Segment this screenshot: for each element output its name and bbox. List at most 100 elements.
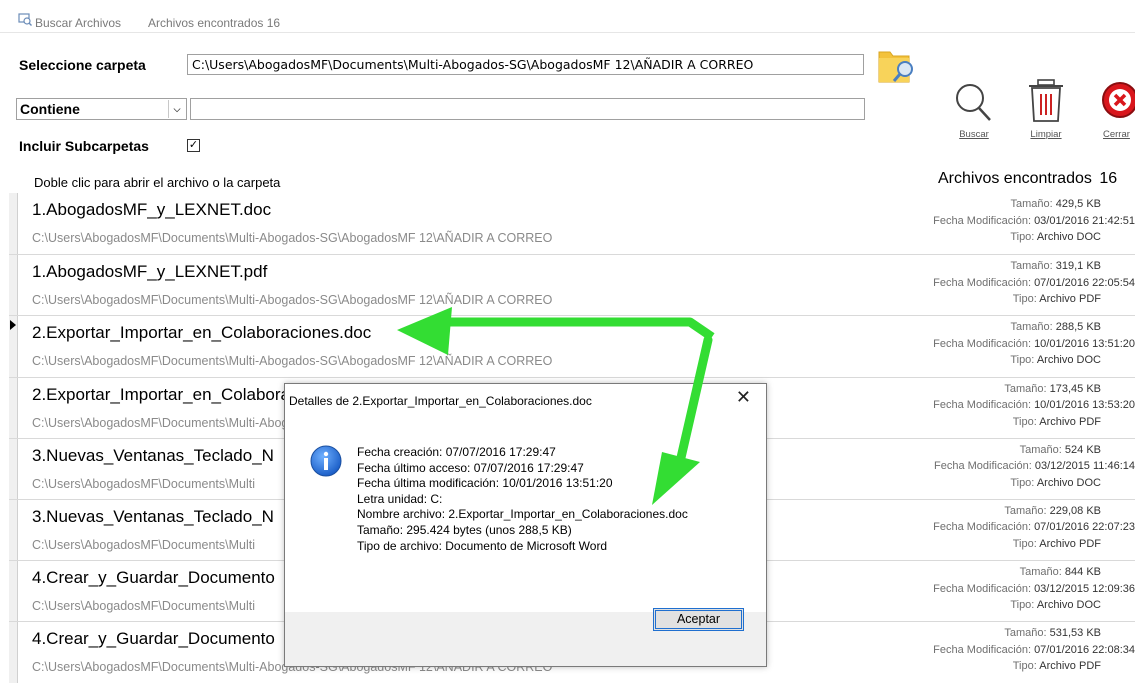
dialog-detail-line: Fecha último acceso: 07/07/2016 17:29:47	[357, 460, 584, 475]
result-type: Archivo DOC	[1036, 354, 1101, 367]
clear-button[interactable]: Limpiar	[1020, 78, 1072, 140]
result-type: Archivo DOC	[1036, 476, 1101, 489]
result-row[interactable]: 1.AbogadosMF_y_LEXNET.doc C:\Users\Abogad…	[9, 193, 1135, 255]
result-modified: 03/12/2015 11:46:14	[1034, 460, 1135, 473]
dialog-detail-line: Nombre archivo: 2.Exportar_Importar_en_C…	[357, 507, 688, 522]
type-label: Tipo:	[1012, 293, 1037, 306]
result-size: 531,53 KB	[1049, 627, 1101, 640]
result-meta: Tamaño: 844 KB Fecha Modificación: 03/12/…	[895, 564, 1135, 614]
type-label: Tipo:	[1010, 354, 1035, 367]
type-label: Tipo:	[1012, 537, 1037, 550]
result-size: 524 KB	[1064, 443, 1101, 456]
result-file-path[interactable]: C:\Users\AbogadosMF\Documents\Multi	[32, 477, 255, 491]
result-row[interactable]: 2.Exportar_Importar_en_Colaboraciones.do…	[9, 315, 1135, 377]
accept-button[interactable]: Aceptar	[653, 608, 744, 631]
result-size: 319,1 KB	[1055, 260, 1101, 273]
match-mode-value: Contiene	[20, 101, 80, 117]
modified-label: Fecha Modificación:	[933, 521, 1031, 534]
type-label: Tipo:	[1012, 415, 1037, 428]
modified-label: Fecha Modificación:	[933, 214, 1031, 227]
modified-label: Fecha Modificación:	[933, 643, 1031, 656]
result-file-name[interactable]: 1.AbogadosMF_y_LEXNET.pdf	[32, 262, 267, 282]
result-meta: Tamaño: 319,1 KB Fecha Modificación: 07/0…	[895, 258, 1135, 308]
results-count: Archivos encontrados 16	[938, 170, 1117, 188]
clear-button-label: Limpiar	[1030, 129, 1062, 140]
row-header[interactable]	[9, 499, 18, 561]
dialog-detail-line: Fecha creación: 07/07/2016 17:29:47	[357, 445, 556, 459]
result-modified: 03/12/2015 12:09:36	[1034, 582, 1135, 595]
size-label: Tamaño:	[1010, 321, 1053, 334]
match-mode-select[interactable]: Contiene ⌵	[16, 98, 187, 120]
result-file-path[interactable]: C:\Users\AbogadosMF\Documents\Multi-Abog…	[32, 231, 552, 245]
row-header[interactable]	[9, 561, 18, 622]
result-size: 844 KB	[1064, 566, 1101, 579]
search-query-input[interactable]	[190, 98, 865, 120]
result-size: 229,08 KB	[1049, 504, 1101, 517]
dialog-close-button[interactable]: ✕	[736, 387, 751, 408]
chevron-down-icon[interactable]: ⌵	[168, 100, 185, 118]
info-icon	[310, 445, 342, 477]
results-count-value: 16	[1099, 170, 1118, 187]
current-row-pointer-icon	[10, 320, 16, 331]
close-button[interactable]: Cerrar	[1096, 80, 1135, 140]
result-file-name[interactable]: 3.Nuevas_Ventanas_Teclado_N	[32, 446, 274, 466]
result-file-name[interactable]: 4.Crear_y_Guardar_Documento	[32, 568, 275, 588]
modified-label: Fecha Modificación:	[933, 582, 1031, 595]
modified-label: Fecha Modificación:	[933, 276, 1031, 289]
result-type: Archivo PDF	[1039, 537, 1101, 550]
folder-path-input[interactable]: C:\Users\AbogadosMF\Documents\Multi-Abog…	[187, 54, 864, 75]
search-folder-icon	[18, 13, 32, 26]
modified-label: Fecha Modificación:	[933, 337, 1031, 350]
row-header[interactable]	[9, 622, 18, 683]
results-hint: Doble clic para abrir el archivo o la ca…	[34, 175, 281, 190]
result-meta: Tamaño: 524 KB Fecha Modificación: 03/12/…	[895, 442, 1135, 492]
dialog-detail-line: Letra unidad: C:	[357, 491, 443, 506]
dialog-detail-line: Tipo de archivo: Documento de Microsoft …	[357, 538, 608, 553]
result-size: 429,5 KB	[1055, 198, 1101, 210]
size-label: Tamaño:	[1019, 443, 1062, 456]
browse-folder-icon[interactable]	[876, 46, 916, 86]
modified-label: Fecha Modificación:	[933, 399, 1031, 412]
result-modified: 03/01/2016 21:42:51	[1034, 214, 1135, 227]
row-header[interactable]	[9, 255, 18, 316]
result-file-path[interactable]: C:\Users\AbogadosMF\Documents\Multi	[32, 599, 255, 613]
result-type: Archivo PDF	[1039, 415, 1101, 428]
result-type: Archivo PDF	[1039, 293, 1101, 306]
result-file-path[interactable]: C:\Users\AbogadosMF\Documents\Multi	[32, 538, 255, 552]
result-file-name[interactable]: 2.Exportar_Importar_en_Colaboraciones.do…	[32, 323, 371, 343]
result-meta: Tamaño: 229,08 KB Fecha Modificación: 07/…	[895, 503, 1135, 553]
size-label: Tamaño:	[1004, 504, 1047, 517]
dialog-title: Detalles de 2.Exportar_Importar_en_Colab…	[289, 394, 592, 408]
result-file-path[interactable]: C:\Users\AbogadosMF\Documents\Multi-Abog…	[32, 354, 552, 368]
row-header[interactable]	[9, 316, 18, 377]
result-row[interactable]: 1.AbogadosMF_y_LEXNET.pdf C:\Users\Abogad…	[9, 254, 1135, 316]
row-header[interactable]	[9, 377, 18, 438]
details-dialog: Detalles de 2.Exportar_Importar_en_Colab…	[284, 383, 767, 667]
include-subfolders-checkbox[interactable]: ✓	[187, 139, 200, 152]
search-button-label: Buscar	[959, 129, 989, 140]
result-modified: 10/01/2016 13:53:20	[1034, 399, 1135, 412]
search-button[interactable]: Buscar	[948, 80, 1000, 140]
result-file-name[interactable]: 1.AbogadosMF_y_LEXNET.doc	[32, 200, 271, 220]
result-modified: 10/01/2016 13:51:20	[1034, 337, 1135, 350]
results-count-label: Archivos encontrados	[938, 170, 1092, 187]
row-header[interactable]	[9, 438, 18, 499]
size-label: Tamaño:	[1019, 566, 1062, 579]
type-label: Tipo:	[1010, 599, 1035, 612]
row-header[interactable]	[9, 193, 18, 255]
trash-icon	[1029, 79, 1063, 122]
result-type: Archivo DOC	[1036, 231, 1101, 243]
result-type: Archivo DOC	[1036, 599, 1101, 612]
result-modified: 07/01/2016 22:05:54	[1034, 276, 1135, 289]
window-subtitle: Archivos encontrados 16	[148, 16, 281, 30]
dialog-detail-line: Fecha última modificación: 10/01/2016 13…	[357, 476, 613, 491]
result-modified: 07/01/2016 22:08:34	[1034, 643, 1135, 656]
dialog-detail-line: Tamaño: 295.424 bytes (unos 288,5 KB)	[357, 522, 572, 537]
result-file-path[interactable]: C:\Users\AbogadosMF\Documents\Multi-Abog…	[32, 293, 552, 307]
result-file-name[interactable]: 4.Crear_y_Guardar_Documento	[32, 629, 275, 649]
size-label: Tamaño:	[1010, 260, 1053, 273]
result-meta: Tamaño: 531,53 KB Fecha Modificación: 07/…	[895, 625, 1135, 675]
result-file-name[interactable]: 3.Nuevas_Ventanas_Teclado_N	[32, 507, 274, 527]
close-button-label: Cerrar	[1103, 129, 1130, 140]
magnifier-icon	[956, 84, 991, 121]
